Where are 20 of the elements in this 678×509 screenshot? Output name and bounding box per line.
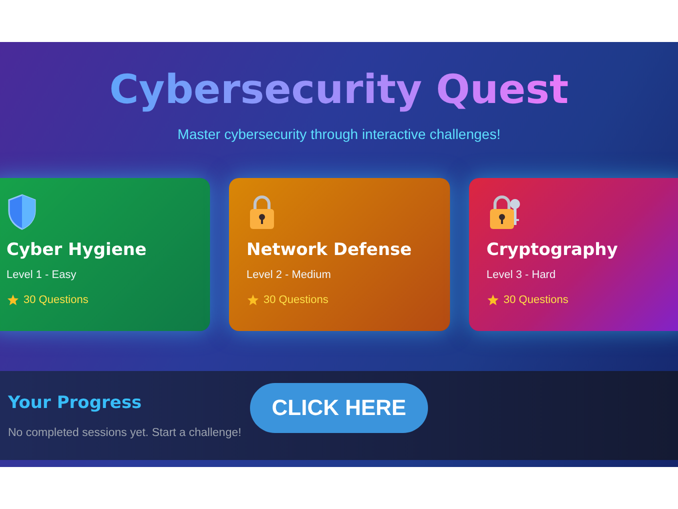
click-here-button[interactable]: CLICK HERE — [250, 383, 428, 433]
question-count: 30 Questions — [24, 294, 88, 306]
shield-icon — [6, 194, 36, 230]
challenge-title: Cyber Hygiene — [6, 240, 147, 260]
star-icon — [246, 294, 258, 306]
challenge-title: Network Defense — [246, 240, 412, 260]
challenge-level: Level 1 - Easy — [6, 269, 76, 281]
challenge-card[interactable]: Cryptography Level 3 - Hard 30 Questions — [468, 178, 678, 331]
question-count: 30 Questions — [504, 294, 568, 306]
app-subtitle: Master cybersecurity through interactive challenges! — [178, 126, 500, 142]
challenge-title: Cryptography — [486, 240, 618, 260]
challenge-card[interactable]: Network Defense Level 2 - Medium 30 Questions — [228, 178, 450, 331]
progress-title: Your Progress — [8, 393, 142, 413]
star-icon — [486, 294, 498, 306]
star-icon — [6, 294, 18, 306]
challenge-level: Level 2 - Medium — [246, 269, 331, 281]
progress-message: No completed sessions yet. Start a challenge! — [8, 427, 242, 439]
question-count: 30 Questions — [264, 294, 328, 306]
challenge-card[interactable]: Cyber Hygiene Level 1 - Easy 30 Questions — [0, 178, 210, 331]
challenge-level: Level 3 - Hard — [486, 269, 556, 281]
